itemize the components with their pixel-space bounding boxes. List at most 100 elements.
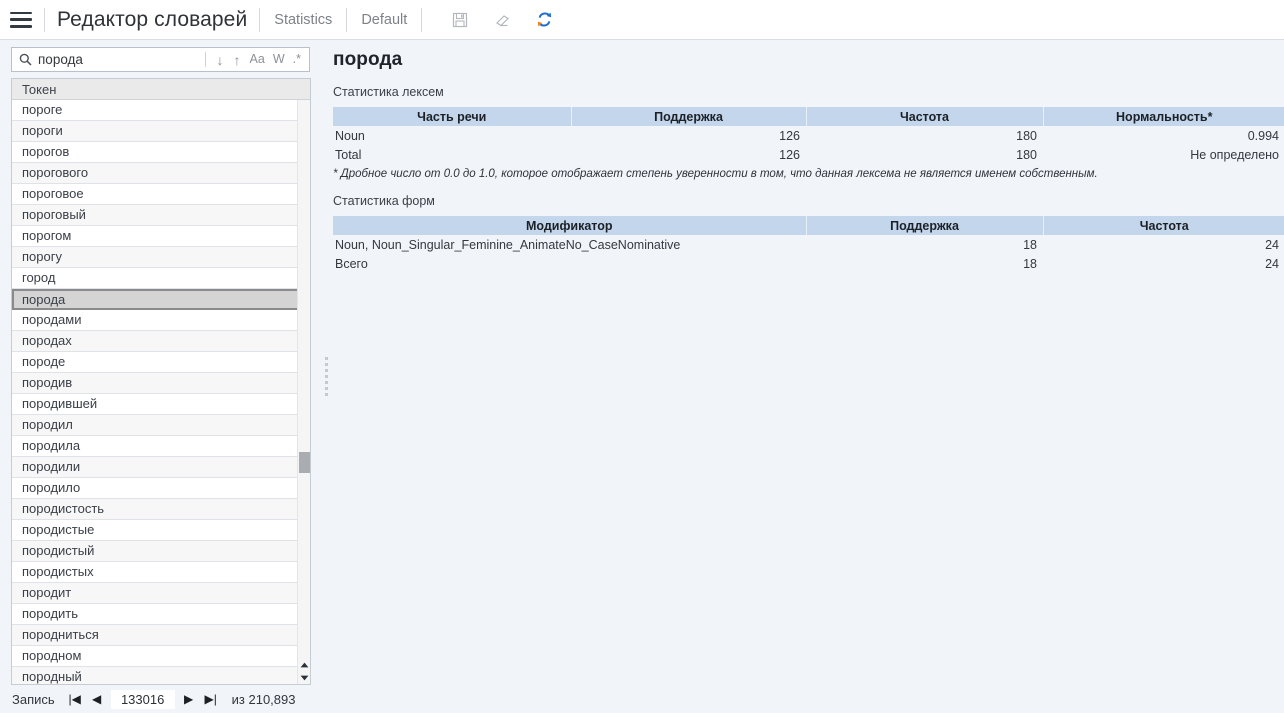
prev-record-button[interactable]: ◀ — [86, 689, 108, 709]
column-header-normality[interactable]: Нормальность* — [1043, 107, 1284, 126]
toolbar-divider — [259, 7, 261, 32]
list-item[interactable]: породистость — [12, 499, 310, 520]
token-column-header[interactable]: Токен — [12, 79, 310, 100]
list-item[interactable]: породил — [12, 415, 310, 436]
cell-support: 18 — [806, 235, 1043, 254]
menu-statistics[interactable]: Statistics — [272, 10, 334, 30]
list-item[interactable]: порогу — [12, 247, 310, 268]
hamburger-icon[interactable] — [10, 11, 32, 28]
list-item[interactable]: породили — [12, 457, 310, 478]
first-record-button[interactable]: |◀ — [64, 689, 86, 709]
list-item[interactable]: породами — [12, 310, 310, 331]
column-header-support[interactable]: Поддержка — [806, 216, 1044, 235]
toolbar-actions — [450, 10, 554, 30]
table-header-row: Часть речи Поддержка Частота Нормальност… — [333, 107, 1284, 126]
list-item[interactable]: породит — [12, 583, 310, 604]
menu-default[interactable]: Default — [359, 10, 409, 30]
table-row[interactable]: Noun 126 180 0.994 — [333, 126, 1284, 145]
eraser-icon[interactable] — [492, 10, 512, 30]
search-row: ↓ ↑ Aa W .* — [0, 47, 322, 72]
column-header-modifier[interactable]: Модификатор — [333, 216, 807, 235]
list-item[interactable]: породившей — [12, 394, 310, 415]
search-prev-icon[interactable]: ↑ — [229, 53, 246, 67]
list-item[interactable]: породном — [12, 646, 310, 667]
next-record-button[interactable]: ▶ — [178, 689, 200, 709]
forms-statistics-table: Модификатор Поддержка Частота Noun, Noun… — [333, 216, 1284, 273]
list-item[interactable]: породила — [12, 436, 310, 457]
record-label: Запись — [12, 691, 55, 707]
match-case-toggle[interactable]: Aa — [246, 53, 269, 66]
list-scrollbar-thumb[interactable] — [299, 452, 310, 473]
token-list[interactable]: пороге пороги порогов порогового пороговое по… — [12, 100, 310, 684]
record-number-input[interactable] — [110, 689, 175, 709]
cell-modifier: Noun, Noun_Singular_Feminine_AnimateNo_C… — [333, 235, 806, 254]
record-statusbar: Запись |◀ ◀ ▶ ▶| из 210,893 — [0, 685, 322, 713]
cell-pos: Noun — [333, 126, 571, 145]
save-icon[interactable] — [450, 10, 470, 30]
cell-frequency: 180 — [806, 145, 1043, 164]
lexeme-statistics-table: Часть речи Поддержка Частота Нормальност… — [333, 107, 1284, 164]
list-item[interactable]: пороговое — [12, 184, 310, 205]
list-scrollbar[interactable] — [297, 100, 310, 684]
list-item[interactable]: пороговый — [12, 205, 310, 226]
cell-support: 126 — [571, 126, 806, 145]
cell-support: 18 — [806, 254, 1043, 273]
left-panel: ↓ ↑ Aa W .* Токен порогепорогипороговпор… — [0, 40, 322, 713]
lexeme-section-label: Статистика лексем — [333, 85, 444, 99]
column-header-frequency[interactable]: Частота — [806, 107, 1044, 126]
list-item[interactable]: пороге — [12, 100, 310, 121]
list-item-selected[interactable]: порода — [12, 289, 310, 310]
search-divider — [204, 52, 206, 67]
panel-splitter[interactable] — [322, 40, 330, 713]
list-item[interactable]: породниться — [12, 625, 310, 646]
column-header-pos[interactable]: Часть речи — [333, 107, 572, 126]
list-item[interactable]: породистый — [12, 541, 310, 562]
table-row[interactable]: Total 126 180 Не определено — [333, 145, 1284, 164]
table-header-row: Модификатор Поддержка Частота — [333, 216, 1284, 235]
record-total-label: из 210,893 — [231, 691, 296, 707]
search-box[interactable]: ↓ ↑ Aa W .* — [11, 47, 310, 72]
whole-word-toggle[interactable]: W — [269, 53, 289, 66]
column-header-support[interactable]: Поддержка — [571, 107, 807, 126]
cell-normality: Не определено — [1043, 145, 1284, 164]
search-input[interactable] — [38, 52, 203, 67]
list-item[interactable]: породный — [12, 667, 310, 684]
scroll-up-icon[interactable] — [298, 658, 310, 671]
list-item[interactable]: порогом — [12, 226, 310, 247]
detail-panel: порода Статистика лексем Часть речи Подд… — [330, 40, 1284, 713]
toolbar-divider — [421, 7, 423, 32]
list-scroll-arrows — [298, 658, 310, 684]
detail-title: порода — [333, 49, 403, 70]
list-item[interactable]: породистых — [12, 562, 310, 583]
list-item[interactable]: город — [12, 268, 310, 289]
cell-support: 126 — [571, 145, 806, 164]
search-icon — [19, 53, 32, 66]
normality-footnote: * Дробное число от 0.0 до 1.0, которое о… — [333, 168, 1098, 180]
search-next-icon[interactable]: ↓ — [212, 53, 229, 67]
list-item[interactable]: породив — [12, 373, 310, 394]
last-record-button[interactable]: ▶| — [200, 689, 222, 709]
table-row[interactable]: Noun, Noun_Singular_Feminine_AnimateNo_C… — [333, 235, 1284, 254]
regex-toggle[interactable]: .* — [289, 53, 305, 66]
list-item[interactable]: порогов — [12, 142, 310, 163]
cell-modifier: Всего — [333, 254, 806, 273]
list-item[interactable]: породе — [12, 352, 310, 373]
table-row[interactable]: Всего 18 24 — [333, 254, 1284, 273]
column-header-frequency[interactable]: Частота — [1043, 216, 1284, 235]
token-grid: Токен пороге пороги порогов порогового порог… — [11, 78, 311, 685]
list-item[interactable]: породистые — [12, 520, 310, 541]
list-item[interactable]: порогового — [12, 163, 310, 184]
toolbar-divider — [346, 7, 348, 32]
list-item[interactable]: пороги — [12, 121, 310, 142]
list-item[interactable]: породить — [12, 604, 310, 625]
cell-frequency: 24 — [1043, 254, 1284, 273]
cell-pos: Total — [333, 145, 571, 164]
toolbar-divider — [44, 7, 45, 32]
refresh-icon[interactable] — [534, 10, 554, 30]
top-toolbar: Редактор словарей Statistics Default — [0, 0, 1284, 40]
list-item[interactable]: породило — [12, 478, 310, 499]
forms-section-label: Статистика форм — [333, 194, 435, 208]
scroll-down-icon[interactable] — [298, 671, 310, 684]
splitter-handle-dots — [324, 357, 328, 396]
list-item[interactable]: породах — [12, 331, 310, 352]
